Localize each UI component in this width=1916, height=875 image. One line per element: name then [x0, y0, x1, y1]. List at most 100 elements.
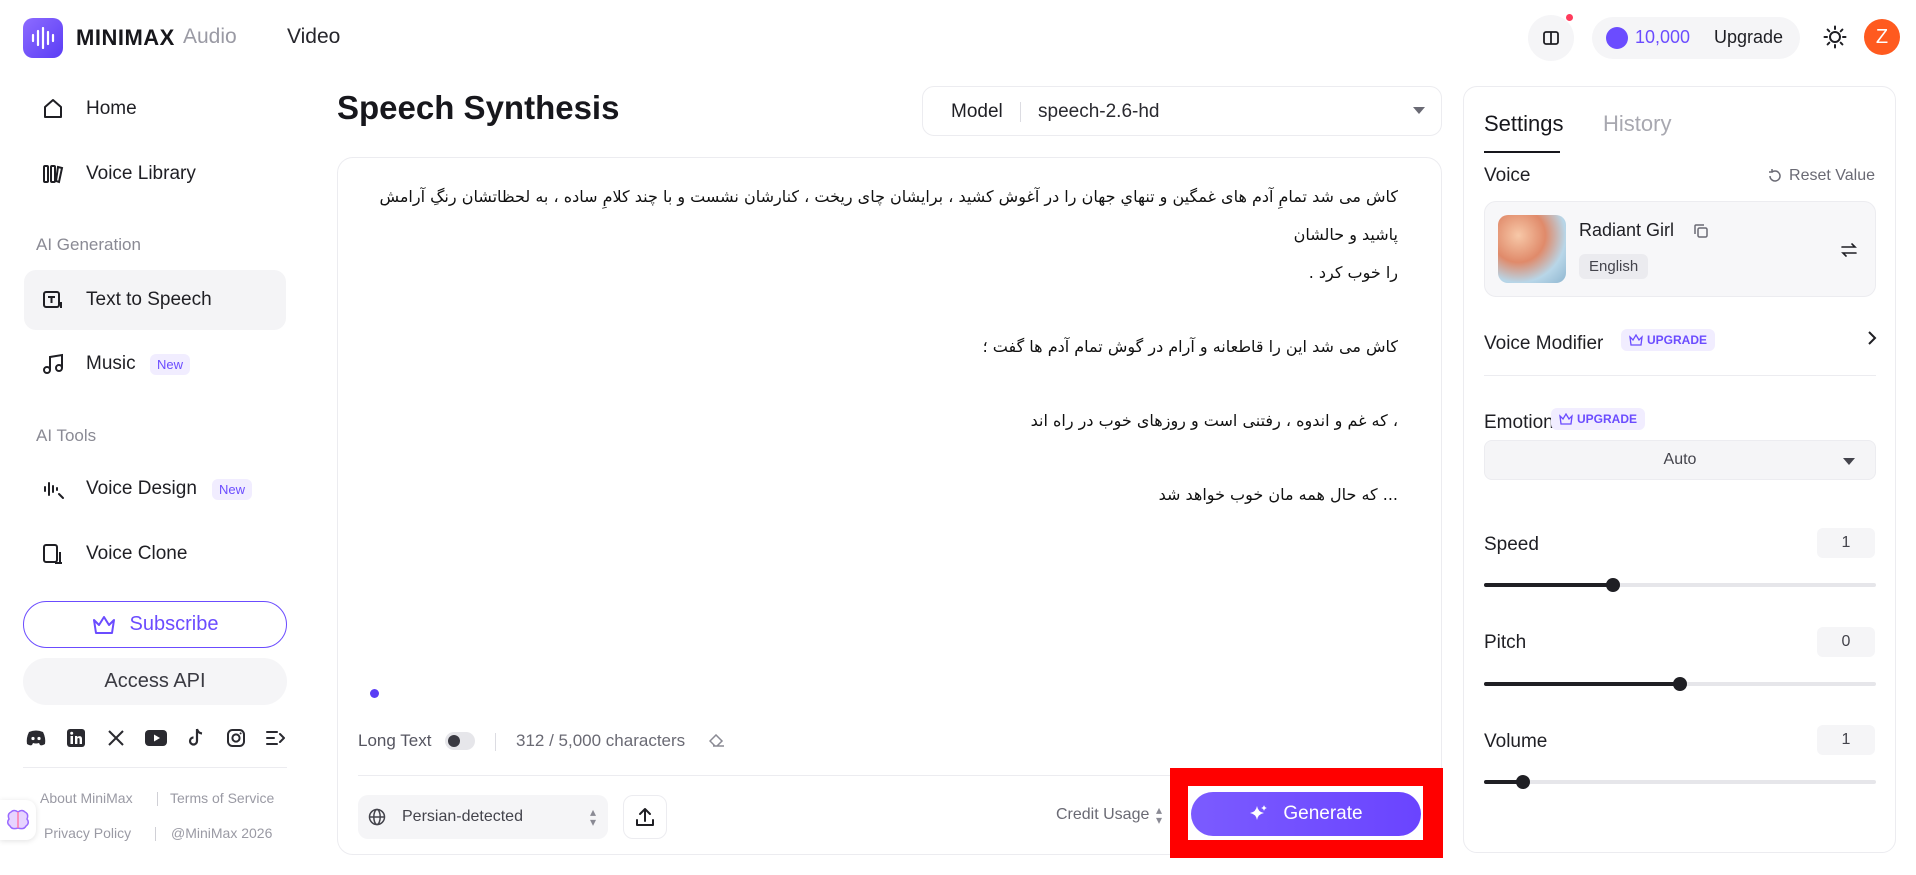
nav-audio[interactable]: Audio: [183, 25, 237, 49]
terms-link[interactable]: Terms of Service: [170, 790, 274, 806]
slider-handle[interactable]: [1606, 578, 1621, 592]
nav-video[interactable]: Video: [287, 25, 340, 49]
model-label: Model: [951, 101, 1003, 122]
settings-panel: Settings History Voice Reset Value Radia…: [1463, 86, 1896, 853]
music-note-icon: [40, 351, 66, 377]
generate-button[interactable]: Generate: [1191, 792, 1421, 836]
pitch-input[interactable]: 0: [1817, 627, 1875, 657]
swap-icon[interactable]: [1839, 240, 1859, 260]
chevron-right-icon[interactable]: [1865, 331, 1879, 345]
sidebar-item-label: Voice Design: [86, 478, 197, 499]
credit-usage-label[interactable]: Credit Usage: [1056, 806, 1149, 824]
top-bar: MINIMAX Audio Video 10,000 Upgrade Z: [0, 0, 1916, 74]
pitch-slider[interactable]: [1484, 676, 1876, 692]
footer-separator: [155, 827, 156, 841]
text-line: کاش می شد این را قاطعانه و آرام در گوش ت…: [982, 337, 1398, 356]
section-ai-tools: AI Tools: [36, 426, 97, 445]
speed-input[interactable]: 1: [1817, 528, 1875, 558]
new-badge: New: [150, 353, 191, 375]
about-link[interactable]: About MiniMax: [40, 790, 133, 806]
text-to-speech-icon: [40, 287, 66, 313]
voice-design-icon: [40, 476, 66, 502]
upgrade-tag-label: UPGRADE: [1577, 412, 1638, 426]
text-line: کاش می شد تمامِ آدم های غمگین و تنهاي جه…: [379, 187, 1398, 244]
sidebar-item-label: Voice Library: [86, 163, 196, 184]
sidebar-item-home[interactable]: Home: [24, 79, 286, 139]
copy-icon[interactable]: [1693, 223, 1709, 239]
tab-settings[interactable]: Settings: [1484, 111, 1564, 137]
minimax-logo-icon[interactable]: [23, 18, 63, 58]
credit-coin-icon: [1606, 27, 1628, 49]
notification-dot: [1566, 14, 1573, 21]
upload-icon: [636, 808, 654, 826]
sidebar-item-voice-clone[interactable]: Voice Clone: [24, 524, 286, 584]
reset-label: Reset Value: [1789, 167, 1875, 184]
tiktok-icon[interactable]: [184, 726, 208, 750]
book-icon: [1543, 31, 1559, 45]
model-select[interactable]: Model speech-2.6-hd: [922, 86, 1442, 136]
text-line: ... که حال همه مان خوب خواهد شد: [1158, 485, 1398, 504]
slider-handle[interactable]: [1516, 775, 1531, 789]
emotion-select[interactable]: Auto: [1484, 440, 1876, 480]
voice-card[interactable]: Radiant Girl English: [1484, 201, 1876, 297]
volume-label: Volume: [1484, 731, 1548, 752]
sidebar-item-voice-library[interactable]: Voice Library: [24, 144, 286, 204]
slider-fill: [1484, 583, 1614, 587]
reset-value-button[interactable]: Reset Value: [1767, 167, 1875, 185]
active-tab-indicator: [1484, 151, 1560, 153]
speed-label: Speed: [1484, 534, 1539, 555]
text-editor[interactable]: کاش می شد تمامِ آدم های غمگین و تنهاي جه…: [337, 157, 1442, 855]
rednote-icon[interactable]: [263, 726, 287, 750]
globe-icon: [368, 808, 386, 826]
chevron-down-icon: [1843, 458, 1855, 465]
upload-button[interactable]: [623, 795, 667, 839]
upgrade-button[interactable]: Upgrade: [1714, 27, 1783, 48]
volume-input[interactable]: 1: [1817, 725, 1875, 755]
voice-name: Radiant Girl: [1579, 220, 1675, 240]
sidebar-item-music[interactable]: Music New: [24, 334, 286, 394]
brand-name[interactable]: MINIMAX: [76, 25, 175, 51]
assistant-brain-icon[interactable]: [0, 800, 36, 840]
long-text-toggle[interactable]: [445, 732, 475, 750]
crown-icon: [1559, 413, 1573, 425]
linkedin-icon[interactable]: [64, 726, 88, 750]
user-avatar[interactable]: Z: [1864, 19, 1900, 55]
notification-button[interactable]: [1528, 15, 1574, 61]
eraser-icon[interactable]: [708, 732, 726, 750]
new-badge: New: [212, 478, 253, 500]
separator: [495, 733, 496, 751]
model-value: speech-2.6-hd: [1038, 101, 1160, 122]
upgrade-tag-label: UPGRADE: [1647, 333, 1708, 347]
instagram-icon[interactable]: [224, 726, 248, 750]
access-api-button[interactable]: Access API: [23, 658, 287, 705]
privacy-link[interactable]: Privacy Policy: [44, 825, 131, 841]
long-text-label: Long Text: [358, 731, 432, 750]
emotion-value: Auto: [1663, 451, 1697, 468]
sidebar-item-label: Music: [86, 353, 136, 374]
x-icon[interactable]: [104, 726, 128, 750]
discord-icon[interactable]: [24, 726, 48, 750]
upgrade-badge[interactable]: UPGRADE: [1551, 408, 1646, 430]
voice-modifier-label[interactable]: Voice Modifier: [1484, 333, 1603, 355]
sidebar-item-text-to-speech[interactable]: Text to Speech: [24, 270, 286, 330]
slider-handle[interactable]: [1673, 677, 1687, 691]
sidebar-item-voice-design[interactable]: Voice Design New: [24, 459, 286, 519]
sidebar-item-label: Voice Clone: [86, 543, 188, 564]
section-ai-generation: AI Generation: [36, 235, 141, 254]
crown-icon: [1629, 334, 1643, 346]
sidebar-item-label: Text to Speech: [86, 289, 212, 310]
volume-slider[interactable]: [1484, 774, 1876, 790]
voice-language-badge: English: [1579, 254, 1649, 279]
app-root: MINIMAX Audio Video 10,000 Upgrade Z Hom…: [0, 0, 1916, 875]
subscribe-button[interactable]: Subscribe: [23, 601, 287, 648]
language-select[interactable]: Persian-detected ▴ ▾: [358, 795, 608, 839]
youtube-icon[interactable]: [144, 726, 168, 750]
home-icon: [40, 96, 66, 122]
language-value: Persian-detected: [402, 808, 523, 825]
library-icon: [40, 161, 66, 187]
upgrade-badge[interactable]: UPGRADE: [1621, 329, 1716, 351]
editor-text-area[interactable]: کاش می شد تمامِ آدم های غمگین و تنهاي جه…: [358, 178, 1398, 514]
theme-toggle-button[interactable]: [1820, 22, 1850, 52]
speed-slider[interactable]: [1484, 577, 1876, 593]
tab-history[interactable]: History: [1603, 111, 1671, 137]
